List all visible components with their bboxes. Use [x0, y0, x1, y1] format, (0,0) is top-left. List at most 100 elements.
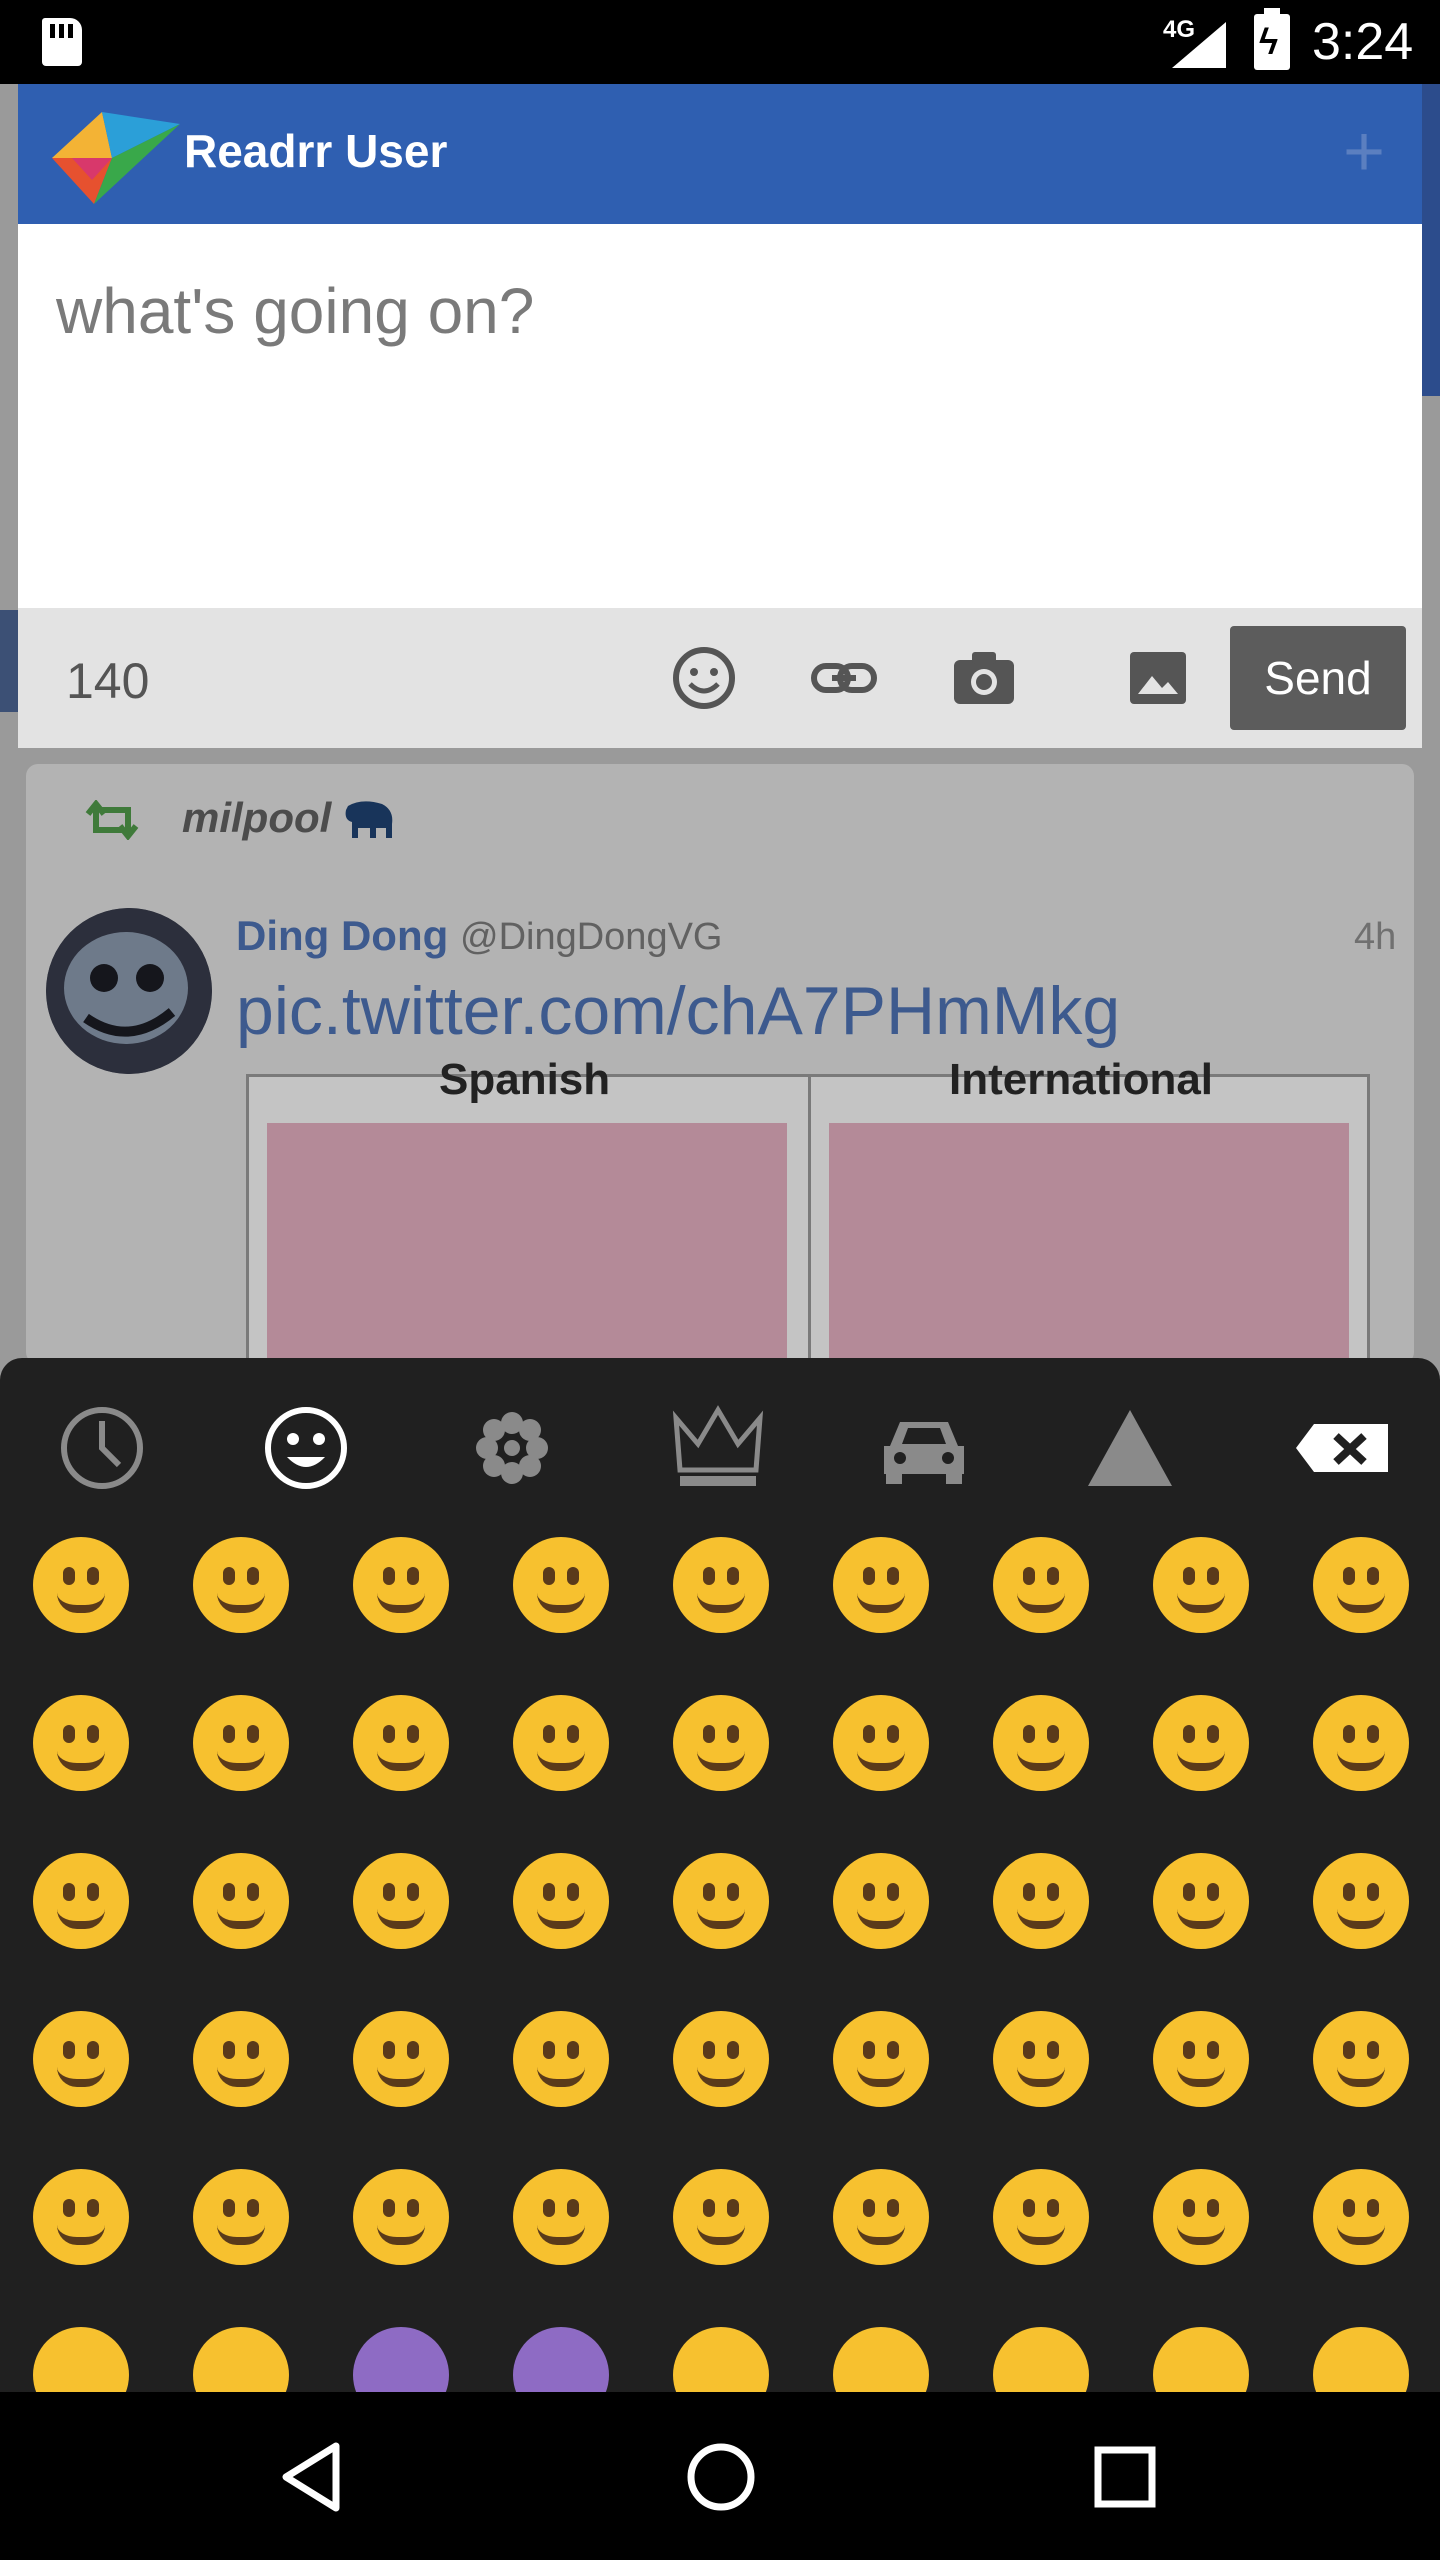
category-places-tab[interactable] — [874, 1398, 974, 1498]
emoji-key[interactable]: 😘 — [1150, 1534, 1252, 1636]
emoji-key[interactable]: 😵 — [990, 2166, 1092, 2268]
home-icon[interactable] — [676, 2432, 766, 2522]
author-avatar[interactable] — [46, 908, 212, 1074]
triangle-icon — [1088, 1410, 1172, 1486]
emoji-key[interactable]: 😢 — [510, 1850, 612, 1952]
emoji-key[interactable]: 😗 — [30, 1692, 132, 1794]
emoji-key[interactable]: 😤 — [1310, 2008, 1412, 2110]
retweeted-by-name[interactable]: milpool — [182, 794, 331, 842]
emoji-grid: 😄 😃 😀 😊 ☺ 😉 😍 😘 😚 😗 😙 😜 😝 😛 😳 😁 😔 😌 😒 😞 😣 😢 😂 😭 😪 😥 😰 😅 😓 😩 😫 😨 😱 😠 😡 😤 😖 😆 😋 😷… — [0, 1534, 1440, 2392]
category-smileys-tab[interactable] — [256, 1398, 356, 1498]
add-account-button[interactable]: + — [1334, 116, 1394, 188]
emoji-key[interactable]: 😖 — [30, 2166, 132, 2268]
emoji-key[interactable]: 😠 — [990, 2008, 1092, 2110]
emoji-key[interactable]: 😂 — [670, 1850, 772, 1952]
emoji-key[interactable]: 😔 — [1150, 1692, 1252, 1794]
emoji-key[interactable]: 😎 — [670, 2166, 772, 2268]
background-app-tab-edge — [0, 610, 18, 712]
emoji-key[interactable] — [350, 2324, 452, 2392]
emoji-face-icon — [1153, 2327, 1249, 2392]
emoji-key[interactable]: 😱 — [830, 2008, 932, 2110]
sd-card-icon — [42, 18, 82, 66]
emoji-key[interactable]: 😒 — [30, 1850, 132, 1952]
timeline-tweet-card[interactable]: milpool Ding Dong @DingDongVG 4h pic.twi… — [26, 764, 1414, 1364]
emoji-key[interactable]: 😰 — [1310, 1850, 1412, 1952]
emoji-key[interactable]: ☺ — [670, 1534, 772, 1636]
emoji-key[interactable]: 😡 — [1150, 2008, 1252, 2110]
car-icon — [884, 1422, 964, 1484]
emoji-key[interactable] — [30, 2324, 132, 2392]
tweet-text-input[interactable] — [18, 224, 1422, 608]
emoji-key[interactable]: 😜 — [350, 1692, 452, 1794]
image-icon[interactable] — [1122, 642, 1194, 714]
link-icon[interactable] — [808, 642, 880, 714]
emoji-key[interactable] — [670, 2324, 772, 2392]
emoji-key[interactable]: 😃 — [190, 1534, 292, 1636]
emoji-key[interactable]: 😩 — [350, 2008, 452, 2110]
emoji-face-icon — [673, 2327, 769, 2392]
emoji-key[interactable]: 😄 — [30, 1534, 132, 1636]
emoji-key[interactable]: 😌 — [1310, 1692, 1412, 1794]
emoji-key[interactable]: 😣 — [350, 1850, 452, 1952]
emoji-key[interactable] — [1310, 2324, 1412, 2392]
emoji-key[interactable]: 😝 — [510, 1692, 612, 1794]
status-bar: 4G ϟ 3:24 — [0, 0, 1440, 84]
tweet-timestamp: 4h — [1354, 916, 1397, 958]
emoji-key[interactable]: 😙 — [190, 1692, 292, 1794]
compose-toolbar: 140 Send — [18, 608, 1422, 748]
emoji-key[interactable]: 😳 — [830, 1692, 932, 1794]
tweet-media-image[interactable]: Spanish International — [246, 1055, 1370, 1364]
emoji-key[interactable] — [830, 2324, 932, 2392]
compose-dialog: Readrr User + 140 Send — [18, 84, 1422, 748]
emoji-key[interactable]: 😟 — [1310, 2166, 1412, 2268]
emoji-key[interactable]: 😍 — [990, 1534, 1092, 1636]
emoji-key[interactable]: 😨 — [670, 2008, 772, 2110]
emoji-key[interactable]: 😁 — [990, 1692, 1092, 1794]
emoji-key[interactable]: 😪 — [990, 1850, 1092, 1952]
emoji-key[interactable]: 😭 — [830, 1850, 932, 1952]
battery-charging-icon: ϟ — [1254, 8, 1290, 70]
media-caption-right: International — [949, 1055, 1214, 1104]
emoji-key[interactable] — [190, 2324, 292, 2392]
emoji-key[interactable]: 😉 — [830, 1534, 932, 1636]
back-icon[interactable] — [270, 2432, 360, 2522]
navigation-bar — [0, 2392, 1440, 2560]
emoji-key[interactable]: 😀 — [350, 1534, 452, 1636]
category-objects-tab[interactable] — [668, 1398, 768, 1498]
account-name[interactable]: Readrr User — [184, 124, 447, 178]
media-pane-left — [267, 1123, 787, 1364]
emoji-key[interactable] — [1150, 2324, 1252, 2392]
category-symbols-tab[interactable] — [1080, 1398, 1180, 1498]
emoji-key[interactable]: 😓 — [190, 2008, 292, 2110]
status-clock: 3:24 — [1312, 13, 1414, 71]
emoji-keyboard: 😄 😃 😀 😊 ☺ 😉 😍 😘 😚 😗 😙 😜 😝 😛 😳 😁 😔 😌 😒 😞 😣 😢 😂 😭 😪 😥 😰 😅 😓 😩 😫 😨 😱 😠 😡 😤 😖 😆 😋 😷… — [0, 1358, 1440, 2392]
emoji-key[interactable]: 😅 — [30, 2008, 132, 2110]
category-recent-tab[interactable] — [52, 1398, 152, 1498]
emoji-key[interactable]: 😷 — [510, 2166, 612, 2268]
category-nature-tab[interactable] — [462, 1398, 562, 1498]
emoji-face-icon — [513, 2327, 609, 2392]
emoji-face-icon — [993, 2327, 1089, 2392]
emoji-key[interactable]: 😛 — [670, 1692, 772, 1794]
emoji-key[interactable]: 😞 — [190, 1850, 292, 1952]
camera-icon[interactable] — [948, 642, 1020, 714]
send-button[interactable]: Send — [1230, 626, 1406, 730]
backspace-button[interactable] — [1288, 1398, 1396, 1498]
emoji-key[interactable]: 😲 — [1150, 2166, 1252, 2268]
readrr-logo-icon — [52, 112, 180, 204]
emoji-key[interactable]: 😆 — [190, 2166, 292, 2268]
emoji-key[interactable]: 😫 — [510, 2008, 612, 2110]
author-name[interactable]: Ding Dong — [236, 912, 448, 960]
emoji-key[interactable] — [990, 2324, 1092, 2392]
emoji-key[interactable]: 😴 — [830, 2166, 932, 2268]
emoji-key[interactable] — [510, 2324, 612, 2392]
emoji-key[interactable]: 😥 — [1150, 1850, 1252, 1952]
character-counter: 140 — [66, 653, 150, 709]
emoji-key[interactable]: 😊 — [510, 1534, 612, 1636]
tweet-link[interactable]: pic.twitter.com/chA7PHmMkg — [236, 972, 1120, 1050]
recents-icon[interactable] — [1080, 2432, 1170, 2522]
emoji-key[interactable]: 😚 — [1310, 1534, 1412, 1636]
emoji-face-icon — [1313, 2327, 1409, 2392]
emoji-icon[interactable] — [668, 642, 740, 714]
emoji-key[interactable]: 😋 — [350, 2166, 452, 2268]
